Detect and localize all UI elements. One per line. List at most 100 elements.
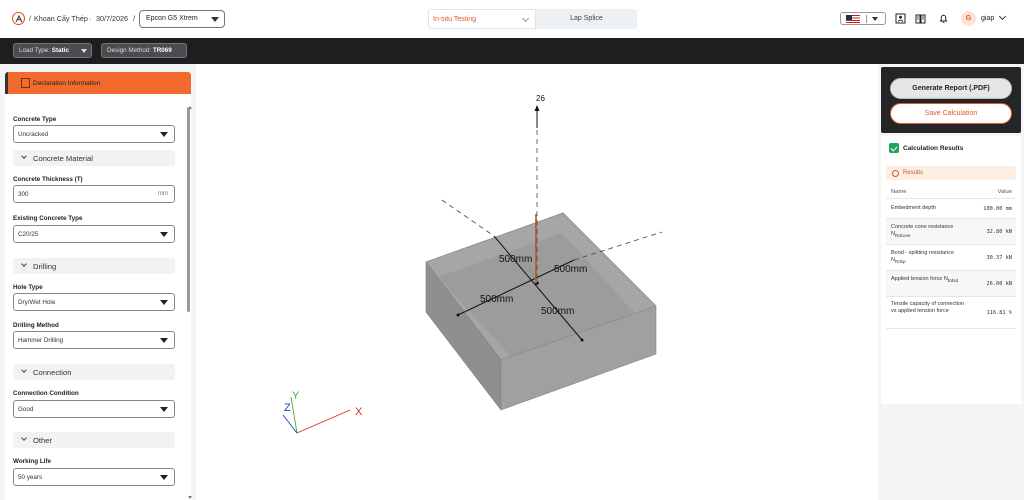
language-select[interactable] <box>840 12 886 25</box>
section-label: Other <box>33 436 52 445</box>
row-name: Applied tension force NEdsd <box>891 276 969 284</box>
chevron-down-icon <box>21 261 27 267</box>
scrollbar[interactable] <box>186 107 191 497</box>
scroll-down-icon[interactable] <box>188 496 192 499</box>
axis-guide <box>441 199 495 237</box>
product-select[interactable]: Epcon G5 Xtrem <box>139 10 225 28</box>
field-label: Working Life <box>13 458 52 465</box>
dimension-label: 500mm <box>541 306 574 317</box>
load-type-value: Static <box>51 47 69 54</box>
mode-tabs: In-situ Testing Lap Splice <box>428 9 637 29</box>
row-value: 30.37 kN <box>986 255 1012 261</box>
field-label: Existing Concrete Type <box>13 215 83 222</box>
product-select-value: Epcon G5 Xtrem <box>146 15 198 22</box>
x-axis-label: X <box>355 406 363 418</box>
generate-report-button[interactable]: Generate Report (.PDF) <box>890 78 1012 99</box>
select-value: Hammer Drilling <box>18 337 64 344</box>
select-value: C20/25 <box>18 231 39 238</box>
chevron-down-icon[interactable] <box>998 12 1007 21</box>
rebar-label: 26 <box>536 94 545 103</box>
table-row: Tensile capacity of connection vs applie… <box>886 297 1016 329</box>
book-icon[interactable] <box>915 13 926 24</box>
field-label: Concrete Type <box>13 116 57 123</box>
caret-down-icon <box>160 300 168 305</box>
arrow-up-icon <box>534 105 540 111</box>
section-drilling[interactable]: Drilling <box>13 258 175 274</box>
results-title: Calculation Results <box>903 145 964 152</box>
design-method-label: Design Method: <box>107 47 152 54</box>
results-subtitle: Results <box>903 170 924 176</box>
breadcrumb-date: 30/7/2026 <box>96 14 128 23</box>
3d-scene[interactable]: 26 500mm 500mm 500mm 500mm X Y Z <box>196 64 878 500</box>
row-value: 100.00 mm <box>983 206 1012 212</box>
dimension-point <box>580 338 584 342</box>
row-value: 116.81 % <box>986 310 1012 316</box>
hole-type-select[interactable]: Dry/Wet Hole <box>13 293 175 311</box>
z-axis-label: Z <box>284 402 291 414</box>
field-label: Hole Type <box>13 284 43 291</box>
section-concrete-material[interactable]: Concrete Material <box>13 150 175 166</box>
concrete-thickness-input[interactable]: 300 mm <box>13 185 175 203</box>
breadcrumb-project[interactable]: Khoan Cấy Thép <box>34 14 88 23</box>
id-card-icon[interactable] <box>895 13 906 24</box>
calculation-results-card: Calculation Results Results Name Value E… <box>881 136 1021 404</box>
caret-down-icon <box>160 475 168 480</box>
select-value: Good <box>18 406 34 413</box>
field-label: Concrete Thickness (T) <box>13 176 83 183</box>
unit-label: mm <box>158 191 168 197</box>
table-row: Embedment depth 100.00 mm <box>886 199 1016 219</box>
field-label: Connection Condition <box>13 390 79 397</box>
avatar[interactable]: G <box>961 11 976 26</box>
section-connection[interactable]: Connection <box>13 364 175 380</box>
caret-down-icon <box>211 17 219 22</box>
app-logo-icon[interactable] <box>12 12 25 25</box>
dimension-label: 500mm <box>480 294 513 305</box>
row-name: Embedment depth <box>891 205 969 212</box>
row-name: Concrete cone resistance NRdcone <box>891 224 969 240</box>
field-label: Drilling Method <box>13 322 59 329</box>
caret-down-icon <box>160 407 168 412</box>
chevron-down-icon <box>21 367 27 373</box>
caret-down-icon <box>160 232 168 237</box>
connection-condition-select[interactable]: Good <box>13 400 175 418</box>
tab-label: In-situ Testing <box>433 16 477 23</box>
declaration-card: Declaration Information Concrete Type Un… <box>5 72 192 500</box>
dimension-label: 500mm <box>554 264 587 275</box>
concrete-type-select[interactable]: Uncracked <box>13 125 175 143</box>
user-name[interactable]: giap <box>981 15 994 22</box>
existing-concrete-type-select[interactable]: C20/25 <box>13 225 175 243</box>
select-value: Dry/Wet Hole <box>18 299 56 306</box>
top-bar: / Khoan Cấy Thép · 30/7/2026 / Epcon G5 … <box>0 0 1024 38</box>
row-name-text: Embedment depth <box>891 205 936 211</box>
settings-bar: Load Type: Static Design Method: TR069 <box>0 38 1024 64</box>
results-panel: Generate Report (.PDF) Save Calculation … <box>878 64 1024 500</box>
declaration-header[interactable]: Declaration Information <box>5 72 191 94</box>
chevron-down-icon <box>21 153 27 159</box>
chevron-down-icon <box>521 14 530 23</box>
load-type-label: Load Type: <box>19 47 51 54</box>
section-other[interactable]: Other <box>13 432 175 448</box>
declaration-panel: Declaration Information Concrete Type Un… <box>0 64 196 500</box>
row-name-subscript: Edsd <box>947 278 959 284</box>
tab-in-situ-testing[interactable]: In-situ Testing <box>428 9 536 29</box>
load-type-select[interactable]: Load Type: Static <box>13 43 92 58</box>
design-method-chip[interactable]: Design Method: TR069 <box>101 43 187 58</box>
scrollbar-thumb[interactable] <box>187 107 190 312</box>
dimension-point <box>456 313 460 317</box>
table-row: Bond - splitting resistance NRdsp 30.37 … <box>886 245 1016 271</box>
bell-icon[interactable] <box>938 13 949 24</box>
working-life-select[interactable]: 50 years <box>13 468 175 486</box>
breadcrumb-separator: · <box>89 14 92 23</box>
results-header[interactable]: Results <box>886 166 1016 180</box>
save-calculation-button[interactable]: Save Calculation <box>890 103 1012 124</box>
row-name-text: Tensile capacity of connection vs applie… <box>891 301 965 315</box>
y-axis-line <box>290 396 298 434</box>
tab-lap-splice[interactable]: Lap Splice <box>536 9 637 29</box>
drilling-method-select[interactable]: Hammer Drilling <box>13 331 175 349</box>
section-label: Drilling <box>33 262 57 271</box>
us-flag-icon <box>846 15 860 23</box>
check-icon <box>889 143 899 153</box>
3d-viewer[interactable]: 26 500mm 500mm 500mm 500mm X Y Z <box>196 64 878 500</box>
caret-down-icon <box>160 132 168 137</box>
column-name: Name <box>891 189 907 195</box>
